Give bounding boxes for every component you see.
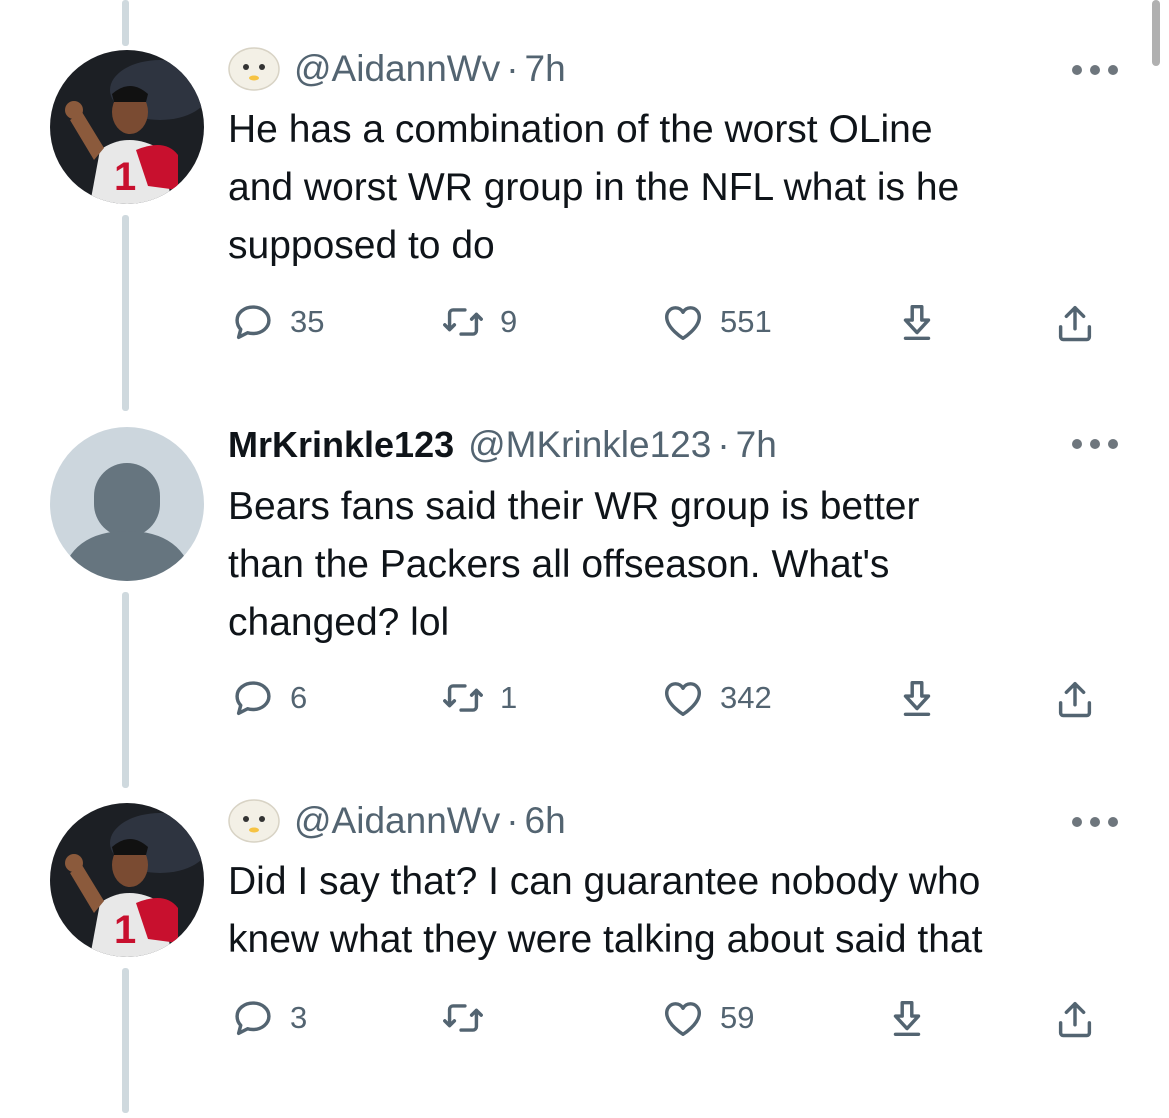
retweet-count: 9 bbox=[500, 304, 518, 339]
reply-count: 35 bbox=[290, 304, 325, 339]
tweet-header: MrKrinkle123 @MKrinkle123 · 7h bbox=[228, 420, 777, 470]
reply-button[interactable]: 3 bbox=[230, 994, 307, 1042]
retweet-icon bbox=[443, 684, 483, 712]
share-icon bbox=[1058, 305, 1092, 342]
tweet-header: @AidannWv · 7h bbox=[228, 44, 566, 94]
tweet-text: Did I say that? I can guarantee nobody w… bbox=[228, 860, 983, 961]
download-button[interactable] bbox=[894, 674, 940, 722]
like-button[interactable]: 342 bbox=[660, 674, 772, 722]
tweet-handle[interactable]: @MKrinkle123 bbox=[468, 424, 711, 466]
tweet-handle[interactable]: @AidannWv bbox=[294, 800, 500, 842]
reply-count: 3 bbox=[290, 1000, 308, 1035]
retweet-icon bbox=[443, 308, 483, 336]
more-icon[interactable] bbox=[1072, 812, 1118, 832]
avatar[interactable]: 1 bbox=[50, 803, 204, 957]
retweet-button[interactable]: 9 bbox=[440, 298, 517, 346]
tweet-header: @AidannWv · 6h bbox=[228, 796, 566, 846]
share-button[interactable] bbox=[1052, 996, 1098, 1044]
svg-text:1: 1 bbox=[114, 155, 136, 199]
face-emoji-icon bbox=[228, 47, 280, 91]
svg-text:1: 1 bbox=[114, 908, 136, 952]
like-button[interactable]: 59 bbox=[660, 994, 754, 1042]
download-icon bbox=[893, 1000, 921, 1037]
like-count: 59 bbox=[720, 1000, 755, 1035]
retweet-count: 1 bbox=[500, 680, 518, 715]
thread-line bbox=[122, 0, 129, 46]
tweet-handle[interactable]: @AidannWv bbox=[294, 48, 500, 90]
retweet-button[interactable] bbox=[440, 994, 500, 1042]
reply-icon bbox=[235, 305, 271, 340]
like-count: 342 bbox=[720, 680, 772, 715]
share-button[interactable] bbox=[1052, 676, 1098, 724]
reply-count: 6 bbox=[290, 680, 308, 715]
tweet-time[interactable]: 6h bbox=[525, 800, 566, 842]
tweet-text: Bears fans said their WR group is better… bbox=[228, 485, 920, 644]
display-name[interactable]: MrKrinkle123 bbox=[228, 424, 454, 466]
retweet-button[interactable]: 1 bbox=[440, 674, 517, 722]
download-button[interactable] bbox=[884, 994, 930, 1042]
tweet-text: He has a combination of the worst OLine … bbox=[228, 108, 960, 267]
like-count: 551 bbox=[720, 304, 772, 339]
separator-dot: · bbox=[717, 424, 730, 465]
avatar[interactable]: 1 bbox=[50, 50, 204, 204]
reply-button[interactable]: 6 bbox=[230, 674, 307, 722]
share-icon bbox=[1058, 1001, 1092, 1038]
download-icon bbox=[903, 304, 931, 341]
separator-dot: · bbox=[506, 800, 519, 841]
reply-icon bbox=[235, 681, 271, 716]
share-button[interactable] bbox=[1052, 300, 1098, 348]
more-icon[interactable] bbox=[1072, 60, 1118, 80]
heart-icon bbox=[664, 682, 702, 717]
scrollbar[interactable] bbox=[1152, 0, 1160, 66]
heart-icon bbox=[664, 1002, 702, 1037]
separator-dot: · bbox=[506, 48, 519, 89]
thread-line bbox=[122, 215, 129, 411]
thread-line bbox=[122, 592, 129, 788]
download-button[interactable] bbox=[894, 298, 940, 346]
tweet-time[interactable]: 7h bbox=[736, 424, 777, 466]
thread-line bbox=[122, 968, 129, 1113]
face-emoji-icon bbox=[228, 799, 280, 843]
share-icon bbox=[1058, 681, 1092, 718]
reply-button[interactable]: 35 bbox=[230, 298, 324, 346]
heart-icon bbox=[664, 306, 702, 341]
like-button[interactable]: 551 bbox=[660, 298, 772, 346]
retweet-icon bbox=[443, 1004, 483, 1032]
avatar[interactable] bbox=[50, 427, 204, 581]
tweet-time[interactable]: 7h bbox=[525, 48, 566, 90]
more-icon[interactable] bbox=[1072, 434, 1118, 454]
download-icon bbox=[903, 680, 931, 717]
reply-icon bbox=[235, 1001, 271, 1036]
